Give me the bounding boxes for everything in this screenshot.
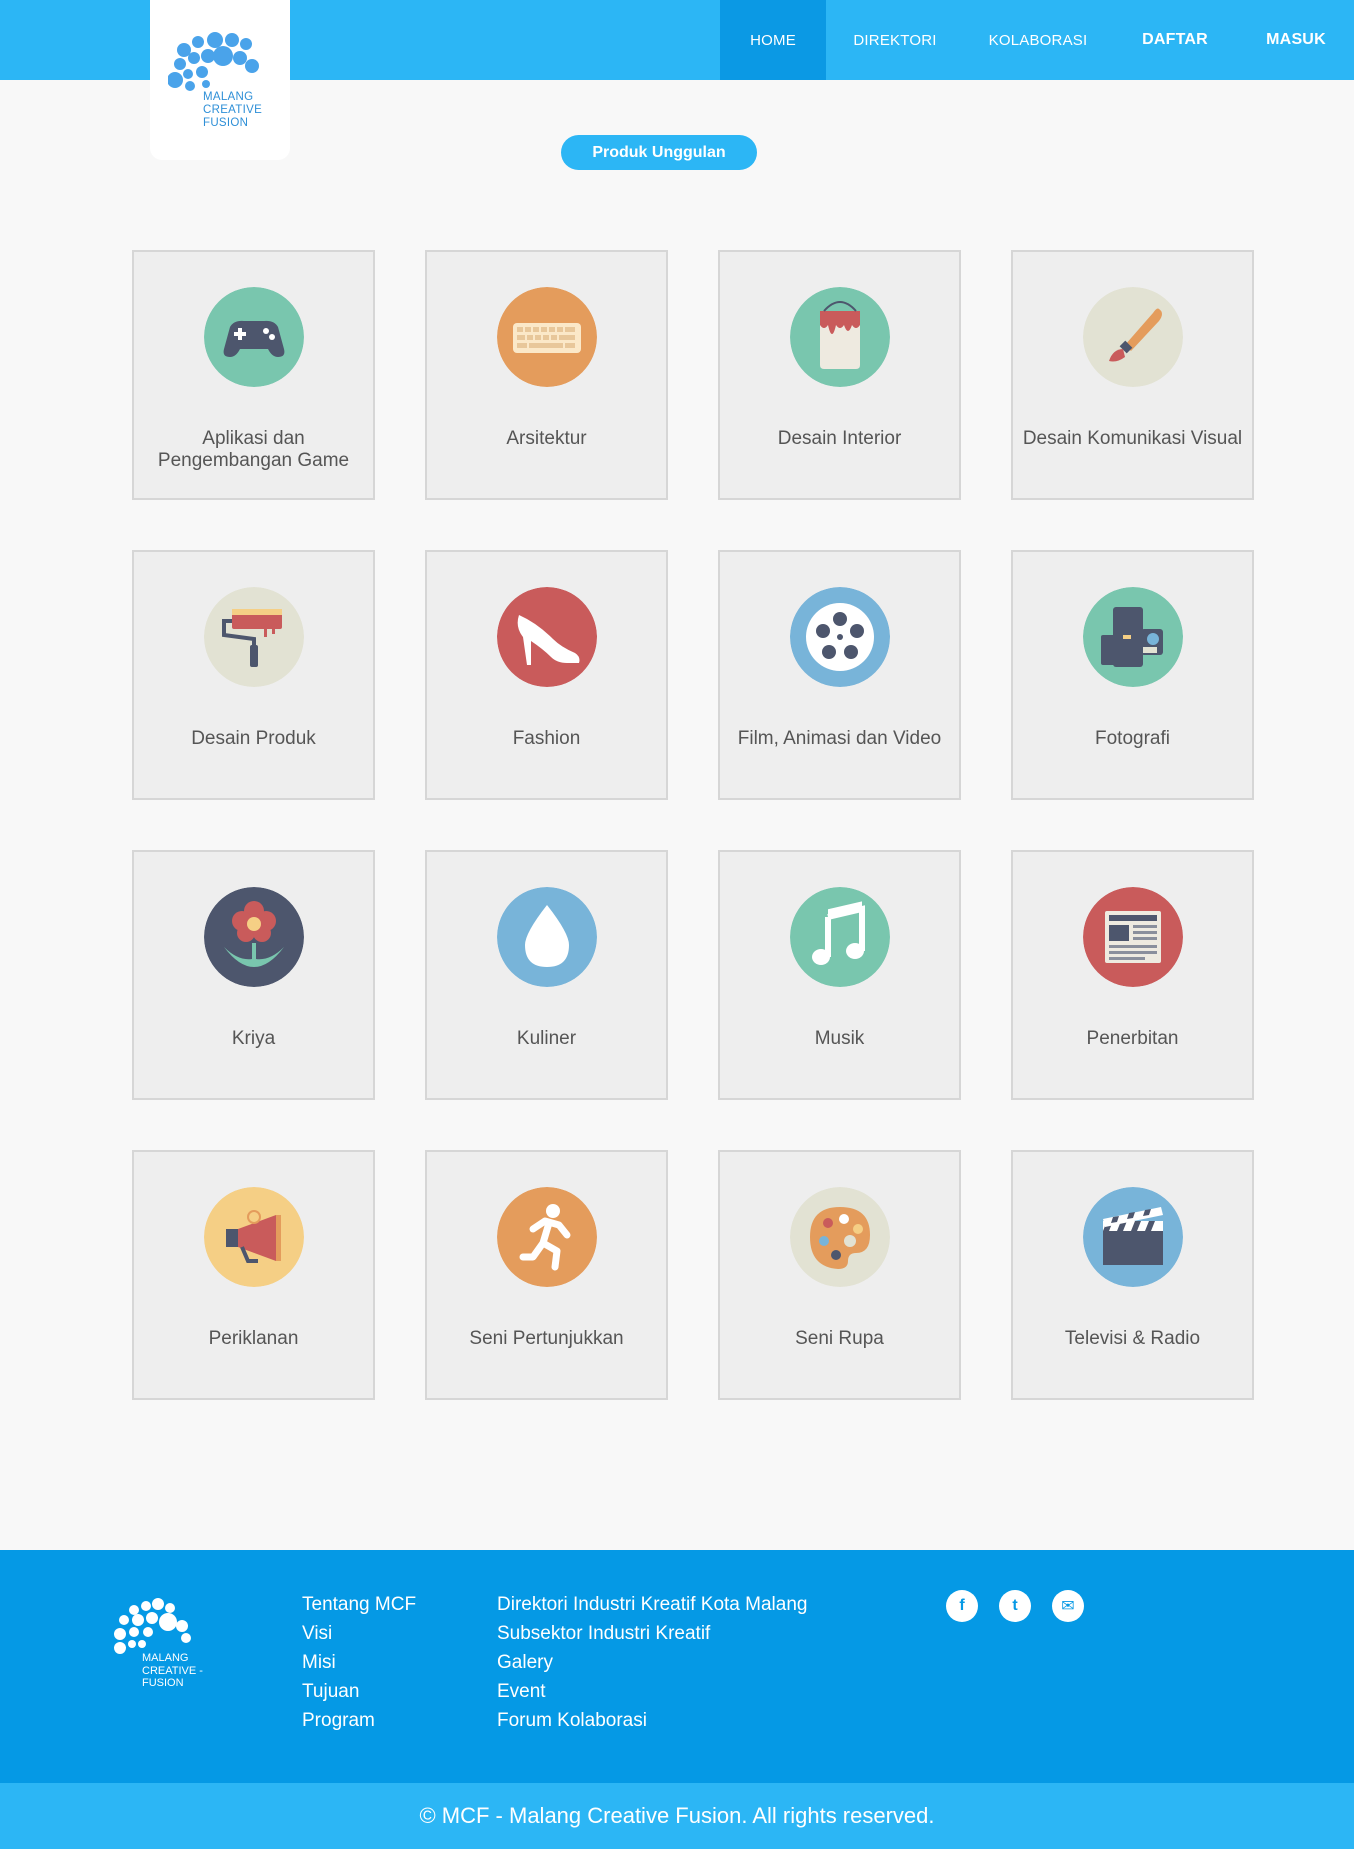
footer-link-tujuan[interactable]: Tujuan	[302, 1677, 416, 1706]
category-card-seni-pertunjukkan[interactable]: Seni Pertunjukkan	[425, 1150, 668, 1400]
category-label: Aplikasi dan Pengembangan Game	[157, 428, 350, 471]
top-navbar: MALANG CREATIVE FUSION HOME DIREKTORI KO…	[0, 0, 1354, 160]
footer-link-direktori[interactable]: Direktori Industri Kreatif Kota Malang	[497, 1590, 807, 1619]
footer-link-subsektor[interactable]: Subsektor Industri Kreatif	[497, 1619, 807, 1648]
palette-icon	[790, 1187, 890, 1287]
category-card-desain-interior[interactable]: Desain Interior	[718, 250, 961, 500]
site-footer: MALANG CREATIVE - FUSION Tentang MCF Vis…	[0, 1550, 1354, 1783]
high-heel-icon	[497, 587, 597, 687]
camera-icon	[1083, 587, 1183, 687]
gamepad-icon	[204, 287, 304, 387]
footer-link-visi[interactable]: Visi	[302, 1619, 416, 1648]
category-card-televisi-radio[interactable]: Televisi & Radio	[1011, 1150, 1254, 1400]
category-label: Periklanan	[208, 1328, 299, 1349]
nav-direktori[interactable]: DIREKTORI	[826, 0, 964, 80]
newspaper-icon	[1083, 887, 1183, 987]
footer-logo-wordmark: MALANG CREATIVE - FUSION	[142, 1652, 203, 1689]
category-label: Desain Komunikasi Visual	[1022, 428, 1243, 449]
category-label: Seni Rupa	[795, 1328, 884, 1349]
clapperboard-icon	[1083, 1187, 1183, 1287]
category-card-kriya[interactable]: Kriya	[132, 850, 375, 1100]
twitter-icon[interactable]: t	[999, 1590, 1031, 1622]
category-label: Film, Animasi dan Video	[737, 728, 942, 749]
category-card-desain-produk[interactable]: Desain Produk	[132, 550, 375, 800]
film-reel-icon	[790, 587, 890, 687]
footer-link-galery[interactable]: Galery	[497, 1648, 807, 1677]
footer-link-misi[interactable]: Misi	[302, 1648, 416, 1677]
category-card-dkv[interactable]: Desain Komunikasi Visual	[1011, 250, 1254, 500]
running-person-icon	[497, 1187, 597, 1287]
category-card-seni-rupa[interactable]: Seni Rupa	[718, 1150, 961, 1400]
flower-icon	[204, 887, 304, 987]
footer-link-program[interactable]: Program	[302, 1706, 416, 1735]
nav-home[interactable]: HOME	[720, 0, 826, 80]
paintbrush-icon	[1083, 287, 1183, 387]
paint-roller-icon	[204, 587, 304, 687]
category-label: Seni Pertunjukkan	[469, 1328, 624, 1349]
category-label: Kuliner	[516, 1028, 577, 1049]
footer-link-event[interactable]: Event	[497, 1677, 807, 1706]
droplet-icon	[497, 887, 597, 987]
category-card-aplikasi-game[interactable]: Aplikasi dan Pengembangan Game	[132, 250, 375, 500]
category-label: Desain Produk	[191, 728, 316, 749]
logo-wordmark: MALANG CREATIVE FUSION	[203, 91, 263, 129]
category-card-fotografi[interactable]: Fotografi	[1011, 550, 1254, 800]
produk-unggulan-button[interactable]: Produk Unggulan	[561, 135, 757, 170]
category-card-arsitektur[interactable]: Arsitektur	[425, 250, 668, 500]
category-card-penerbitan[interactable]: Penerbitan	[1011, 850, 1254, 1100]
site-logo[interactable]: MALANG CREATIVE FUSION	[150, 0, 290, 160]
category-card-musik[interactable]: Musik	[718, 850, 961, 1100]
category-label: Desain Interior	[777, 428, 902, 449]
main-nav: HOME DIREKTORI KOLABORASI DAFTAR MASUK	[720, 0, 1354, 80]
footer-link-tentang[interactable]: Tentang MCF	[302, 1590, 416, 1619]
category-card-kuliner[interactable]: Kuliner	[425, 850, 668, 1100]
megaphone-icon	[204, 1187, 304, 1287]
paint-bucket-icon	[790, 287, 890, 387]
keyboard-icon	[497, 287, 597, 387]
facebook-icon[interactable]: f	[946, 1590, 978, 1622]
social-links: f t ✉	[946, 1590, 1105, 1622]
category-card-periklanan[interactable]: Periklanan	[132, 1150, 375, 1400]
footer-link-forum[interactable]: Forum Kolaborasi	[497, 1706, 807, 1735]
nav-kolaborasi[interactable]: KOLABORASI	[964, 0, 1112, 80]
copyright: © MCF - Malang Creative Fusion. All righ…	[0, 1783, 1354, 1849]
nav-daftar[interactable]: DAFTAR	[1112, 0, 1238, 80]
music-note-icon	[790, 887, 890, 987]
category-label: Fashion	[512, 728, 581, 749]
category-label: Fotografi	[1095, 728, 1170, 749]
email-icon[interactable]: ✉	[1052, 1590, 1084, 1622]
category-label: Televisi & Radio	[1064, 1328, 1201, 1349]
category-label: Musik	[814, 1028, 865, 1049]
category-label: Kriya	[231, 1028, 276, 1049]
footer-links-about: Tentang MCF Visi Misi Tujuan Program	[302, 1590, 416, 1735]
category-card-fashion[interactable]: Fashion	[425, 550, 668, 800]
nav-masuk[interactable]: MASUK	[1238, 0, 1354, 80]
category-label: Penerbitan	[1086, 1028, 1179, 1049]
category-label: Arsitektur	[506, 428, 587, 449]
category-card-film[interactable]: Film, Animasi dan Video	[718, 550, 961, 800]
footer-links-directory: Direktori Industri Kreatif Kota Malang S…	[497, 1590, 807, 1735]
